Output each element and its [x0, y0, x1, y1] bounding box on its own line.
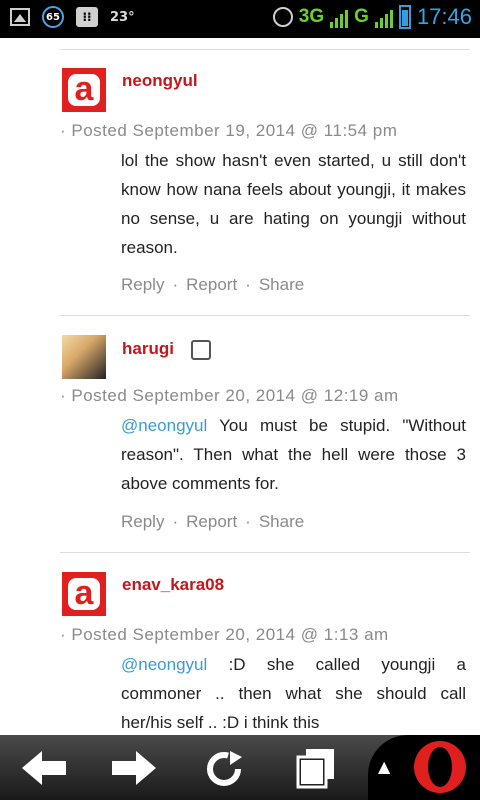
divider: [60, 315, 470, 316]
divider: [60, 49, 470, 50]
temperature: 23°: [110, 9, 135, 25]
share-link[interactable]: Share: [259, 512, 304, 531]
opera-menu-button[interactable]: ▲: [368, 735, 480, 800]
gallery-icon: [10, 8, 30, 26]
comment-actions: Reply · Report · Share: [121, 512, 304, 532]
opera-menu-icon: [414, 741, 466, 793]
comment-text: @neongyul You must be stupid. "Without r…: [121, 411, 466, 498]
forward-arrow-icon[interactable]: [110, 749, 158, 787]
notification-count-icon: 65: [42, 6, 64, 28]
alarm-icon: [272, 7, 293, 27]
back-arrow-icon[interactable]: [20, 749, 68, 787]
comments-section: a neongyul · Posted September 19, 2014 @…: [0, 38, 480, 735]
report-link[interactable]: Report: [186, 275, 237, 294]
avatar[interactable]: a: [62, 68, 106, 112]
comment-actions: Reply · Report · Share: [121, 275, 304, 295]
avatar[interactable]: a: [62, 572, 106, 616]
mention-link[interactable]: @neongyul: [121, 655, 207, 674]
bbm-icon: ⁝⁝: [76, 7, 98, 27]
comment-username[interactable]: enav_kara08: [122, 575, 224, 595]
comment-posted-time: · Posted September 20, 2014 @ 12:19 am: [60, 386, 399, 405]
browser-toolbar: ▲: [0, 735, 480, 800]
comment-posted-time: · Posted September 19, 2014 @ 11:54 pm: [60, 121, 398, 140]
reply-link[interactable]: Reply: [121, 275, 164, 294]
network-3g-label: 3G: [298, 6, 325, 27]
report-link[interactable]: Report: [186, 512, 237, 531]
battery-icon: [398, 5, 411, 29]
separator: ·: [245, 275, 251, 294]
clock: 17:46: [416, 4, 472, 29]
comment-text: lol the show hasn't even started, u stil…: [121, 146, 466, 262]
reload-icon[interactable]: [200, 749, 248, 787]
caret-up-icon: ▲: [378, 757, 391, 776]
tabs-icon[interactable]: [292, 749, 340, 789]
logo-a-icon: a: [68, 72, 100, 106]
avatar[interactable]: [62, 335, 106, 379]
status-bar: 65 ⁝⁝ 23° 3G G 17:46: [0, 0, 480, 38]
comment-username[interactable]: harugi: [122, 339, 174, 359]
reply-link[interactable]: Reply: [121, 512, 164, 531]
user-badge-icon: [191, 340, 211, 360]
mention-link[interactable]: @neongyul: [121, 416, 207, 435]
comment-text: @neongyul :D she called youngji a common…: [121, 650, 466, 735]
logo-a-icon: a: [68, 576, 100, 610]
comment-username[interactable]: neongyul: [122, 71, 198, 91]
comment-posted-time: · Posted September 20, 2014 @ 1:13 am: [60, 625, 389, 644]
divider: [60, 552, 470, 553]
signal-bars-icon: [330, 6, 349, 28]
separator: ·: [245, 512, 251, 531]
separator: ·: [172, 512, 179, 531]
share-link[interactable]: Share: [259, 275, 304, 294]
comment-body: lol the show hasn't even started, u stil…: [121, 151, 466, 257]
separator: ·: [172, 275, 179, 294]
network-g-label: G: [354, 6, 369, 27]
signal-bars-2-icon: [374, 6, 393, 28]
